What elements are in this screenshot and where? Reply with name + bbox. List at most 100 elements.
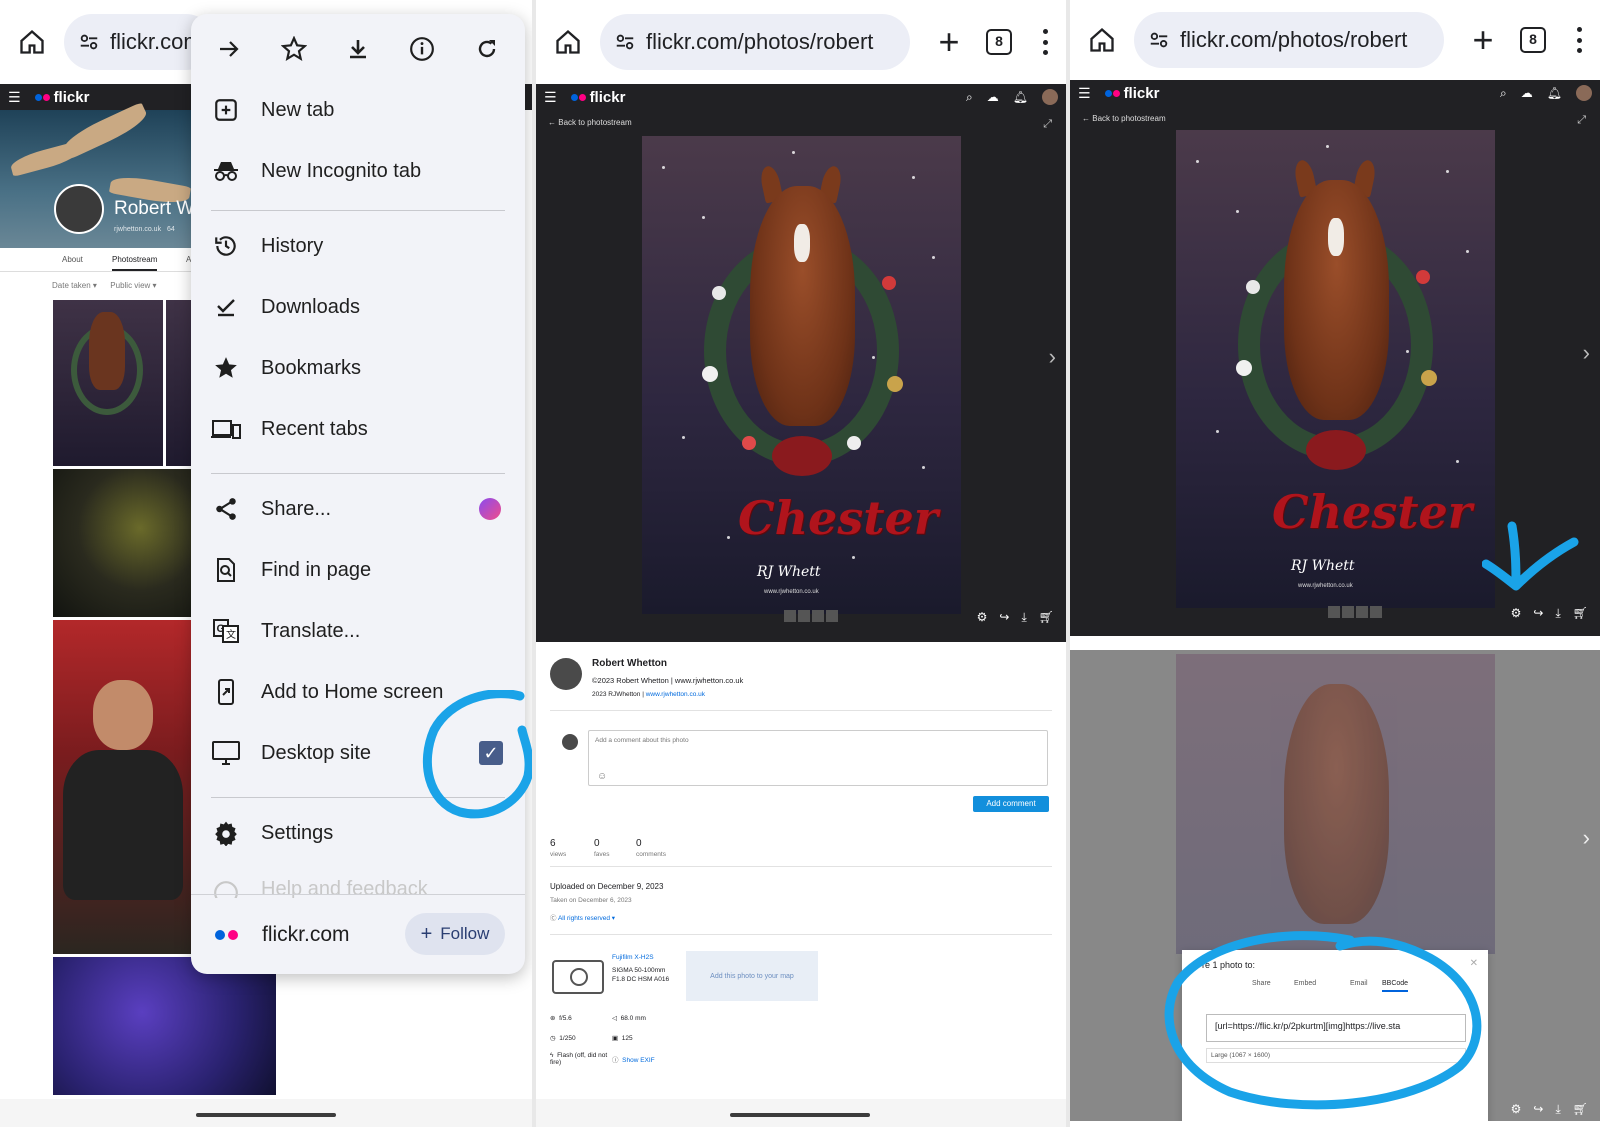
photo-thumb[interactable] <box>53 620 198 954</box>
new-tab-button[interactable]: + <box>934 24 964 60</box>
photo-filmstrip[interactable] <box>1328 606 1382 618</box>
info-icon[interactable] <box>408 35 436 63</box>
avatar[interactable] <box>54 184 104 234</box>
new-tab-button[interactable]: + <box>1468 22 1498 58</box>
home-icon[interactable] <box>18 28 46 56</box>
menu-find-in-page[interactable]: Find in page <box>191 544 525 596</box>
expand-icon[interactable]: ⤢ <box>1043 118 1052 131</box>
tab-embed[interactable]: Embed <box>1294 980 1316 987</box>
download-icon[interactable]: ⤓ <box>1555 606 1560 621</box>
menu-bookmarks[interactable]: Bookmarks <box>191 342 525 394</box>
home-indicator[interactable] <box>730 1113 870 1117</box>
desktop-site-checkbox[interactable]: ✓ <box>479 741 503 765</box>
site-settings-icon[interactable] <box>1148 29 1170 51</box>
tune-icon[interactable]: ⚙︎ <box>977 610 988 625</box>
back-to-photostream-link[interactable]: ← Back to photostream <box>1082 114 1166 123</box>
tune-icon[interactable]: ⚙︎ <box>1511 606 1522 621</box>
owner-name[interactable]: Robert Whetton <box>592 658 667 669</box>
credit-link[interactable]: www.rjwhetton.co.uk <box>646 691 705 698</box>
flickr-logo[interactable]: flickr <box>34 89 89 106</box>
upload-icon[interactable]: ☁ <box>987 90 999 104</box>
tab-photostream[interactable]: Photostream <box>112 255 158 271</box>
expand-icon[interactable]: ⤢ <box>1577 114 1586 127</box>
photo-thumb[interactable] <box>53 957 276 1095</box>
tune-icon[interactable]: ⚙︎ <box>1511 1102 1522 1117</box>
flickr-logo[interactable]: flickr <box>570 89 625 106</box>
camera-model[interactable]: Fujifilm X-H2S <box>612 954 654 961</box>
hamburger-icon[interactable]: ☰ <box>544 89 557 106</box>
share-icon[interactable]: ↪ <box>1533 606 1543 621</box>
bbcode-field[interactable]: [url=https://flic.kr/p/2pkurtm][img]http… <box>1206 1014 1466 1042</box>
menu-downloads[interactable]: Downloads <box>191 281 525 333</box>
add-comment-button[interactable]: Add comment <box>973 796 1049 812</box>
avatar[interactable] <box>550 658 582 690</box>
avatar[interactable] <box>1042 89 1058 105</box>
next-photo-icon[interactable]: › <box>1049 344 1056 370</box>
upload-icon[interactable]: ☁ <box>1521 86 1533 100</box>
download-icon[interactable]: ⤓ <box>1021 610 1026 625</box>
tab-share[interactable]: Share <box>1252 980 1271 987</box>
add-to-map[interactable]: Add this photo to your map <box>686 951 818 1001</box>
comment-input[interactable]: Add a comment about this photo ☺ <box>588 730 1048 786</box>
main-photo[interactable]: Chester RJ Whett www.rjwhetton.co.uk <box>642 136 961 614</box>
notification-icon[interactable]: 🔔︎ <box>1547 86 1562 100</box>
close-icon[interactable]: ✕ <box>1470 958 1478 969</box>
cart-icon[interactable]: 🛒︎ <box>1573 606 1588 621</box>
tab-switcher-button[interactable]: 8 <box>986 29 1012 55</box>
cart-icon[interactable]: 🛒︎ <box>1573 1102 1588 1117</box>
hamburger-icon[interactable]: ☰ <box>1078 85 1091 102</box>
size-select[interactable]: Large (1067 × 1600) <box>1206 1048 1466 1063</box>
more-menu-icon[interactable] <box>1576 27 1582 53</box>
search-icon[interactable]: ⌕ <box>966 90 973 105</box>
main-photo[interactable]: Chester RJ Whett www.rjwhetton.co.uk <box>1176 130 1495 608</box>
emoji-icon[interactable]: ☺ <box>597 771 607 782</box>
menu-new-incognito-tab[interactable]: New Incognito tab <box>191 145 525 197</box>
search-icon[interactable]: ⌕ <box>1500 86 1507 101</box>
menu-new-tab[interactable]: New tab <box>191 84 525 136</box>
show-exif-link[interactable]: ⓘ Show EXIF <box>612 1054 655 1064</box>
hamburger-icon[interactable]: ☰ <box>8 89 21 106</box>
cart-icon[interactable]: 🛒︎ <box>1039 610 1054 625</box>
tab-switcher-button[interactable]: 8 <box>1520 27 1546 53</box>
star-icon[interactable] <box>280 35 308 63</box>
share-icon[interactable]: ↪ <box>999 610 1009 625</box>
tab-about[interactable]: About <box>62 255 83 264</box>
tab-email[interactable]: Email <box>1350 980 1368 987</box>
photo-thumb[interactable] <box>53 300 163 466</box>
license[interactable]: Ⓒ All rights reserved ▾ <box>550 912 615 922</box>
follow-button[interactable]: + Follow <box>405 913 505 955</box>
site-settings-icon[interactable] <box>614 31 636 53</box>
menu-history[interactable]: History <box>191 220 525 272</box>
back-to-photostream-link[interactable]: ← Back to photostream <box>548 118 632 127</box>
forward-icon[interactable] <box>215 35 243 63</box>
date-filter[interactable]: Date taken ▾ <box>52 281 97 290</box>
menu-translate[interactable]: G文 Translate... <box>191 605 525 657</box>
home-indicator[interactable] <box>196 1113 336 1117</box>
share-icon[interactable]: ↪ <box>1533 1102 1543 1117</box>
address-bar[interactable]: flickr.com/photos/robert <box>600 14 910 70</box>
view-filter[interactable]: Public view ▾ <box>110 281 156 290</box>
notification-icon[interactable]: 🔔︎ <box>1013 90 1028 104</box>
download-icon[interactable] <box>344 35 372 63</box>
flickr-logo[interactable]: flickr <box>1104 85 1159 102</box>
messenger-icon[interactable] <box>479 498 501 520</box>
menu-share[interactable]: Share... <box>191 483 525 535</box>
next-photo-icon[interactable]: › <box>1583 340 1590 366</box>
menu-desktop-site[interactable]: Desktop site ✓ <box>191 727 525 779</box>
info-icon: ⓘ <box>612 1057 619 1064</box>
address-bar[interactable]: flickr.com/photos/robert <box>1134 12 1444 68</box>
download-icon[interactable]: ⤓ <box>1555 1102 1560 1117</box>
next-photo-icon[interactable]: › <box>1583 825 1590 851</box>
menu-settings[interactable]: Settings <box>191 807 525 859</box>
avatar[interactable] <box>1576 85 1592 101</box>
menu-recent-tabs[interactable]: Recent tabs <box>191 403 525 455</box>
photo-filmstrip[interactable] <box>784 610 838 622</box>
site-settings-icon[interactable] <box>78 31 100 53</box>
photo-thumb[interactable] <box>53 469 198 617</box>
menu-add-to-home-screen[interactable]: Add to Home screen <box>191 666 525 718</box>
tab-bbcode[interactable]: BBCode <box>1382 980 1409 992</box>
home-icon[interactable] <box>554 28 582 56</box>
more-menu-icon[interactable] <box>1042 29 1048 55</box>
reload-icon[interactable] <box>473 35 501 63</box>
home-icon[interactable] <box>1088 26 1116 54</box>
